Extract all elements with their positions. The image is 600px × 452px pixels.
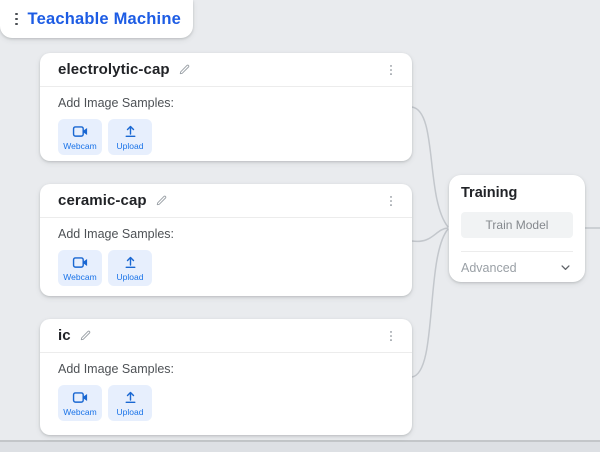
upload-button-label: Upload — [117, 407, 144, 417]
class-card-body: Add Image Samples: Webcam Upload — [40, 353, 412, 421]
sample-buttons-row: Webcam Upload — [58, 119, 394, 155]
class-name[interactable]: ceramic-cap — [58, 192, 147, 209]
class-card-body: Add Image Samples: Webcam Upload — [40, 218, 412, 286]
upload-button[interactable]: Upload — [108, 119, 152, 155]
more-options-icon[interactable] — [382, 60, 400, 80]
class-card-header: electrolytic-cap — [40, 53, 412, 87]
class-card-header: ic — [40, 319, 412, 353]
menu-icon[interactable] — [15, 13, 18, 26]
connector-class-3 — [412, 229, 448, 377]
app-header: Teachable Machine — [0, 0, 193, 38]
webcam-icon — [71, 123, 90, 140]
webcam-icon — [71, 389, 90, 406]
more-options-icon[interactable] — [382, 191, 400, 211]
add-samples-label: Add Image Samples: — [58, 227, 394, 241]
sample-buttons-row: Webcam Upload — [58, 385, 394, 421]
advanced-label: Advanced — [461, 261, 517, 275]
more-options-icon[interactable] — [382, 326, 400, 346]
app-title[interactable]: Teachable Machine — [28, 10, 181, 29]
upload-button-label: Upload — [117, 141, 144, 151]
connector-class-1 — [412, 107, 448, 227]
class-name[interactable]: electrolytic-cap — [58, 61, 170, 78]
webcam-button[interactable]: Webcam — [58, 119, 102, 155]
class-card-ceramic-cap: ceramic-cap Add Image Samples: — [40, 184, 412, 296]
teachable-machine-canvas: { "app": { "title": "Teachable Machine" … — [0, 0, 600, 450]
class-name[interactable]: ic — [58, 327, 71, 344]
webcam-button-label: Webcam — [63, 407, 96, 417]
add-samples-label: Add Image Samples: — [58, 362, 394, 376]
webcam-button[interactable]: Webcam — [58, 250, 102, 286]
class-card-electrolytic-cap: electrolytic-cap Add Image Samples: — [40, 53, 412, 161]
training-panel: Training Train Model Advanced — [449, 175, 585, 282]
upload-button[interactable]: Upload — [108, 385, 152, 421]
webcam-button-label: Webcam — [63, 272, 96, 282]
training-title: Training — [461, 185, 573, 201]
chevron-down-icon — [558, 260, 573, 275]
upload-icon — [122, 389, 139, 406]
upload-button-label: Upload — [117, 272, 144, 282]
webcam-button[interactable]: Webcam — [58, 385, 102, 421]
upload-icon — [122, 123, 139, 140]
edit-pencil-icon[interactable] — [79, 329, 92, 342]
class-card-body: Add Image Samples: Webcam Upload — [40, 87, 412, 155]
webcam-icon — [71, 254, 90, 271]
sample-buttons-row: Webcam Upload — [58, 250, 394, 286]
webcam-button-label: Webcam — [63, 141, 96, 151]
upload-icon — [122, 254, 139, 271]
train-model-button[interactable]: Train Model — [461, 212, 573, 238]
advanced-expander[interactable]: Advanced — [449, 252, 585, 283]
edit-pencil-icon[interactable] — [155, 194, 168, 207]
class-card-header: ceramic-cap — [40, 184, 412, 218]
add-samples-label: Add Image Samples: — [58, 96, 394, 110]
upload-button[interactable]: Upload — [108, 250, 152, 286]
edit-pencil-icon[interactable] — [178, 63, 191, 76]
training-panel-body: Training Train Model — [449, 175, 585, 252]
class-card-ic: ic Add Image Samples: — [40, 319, 412, 435]
